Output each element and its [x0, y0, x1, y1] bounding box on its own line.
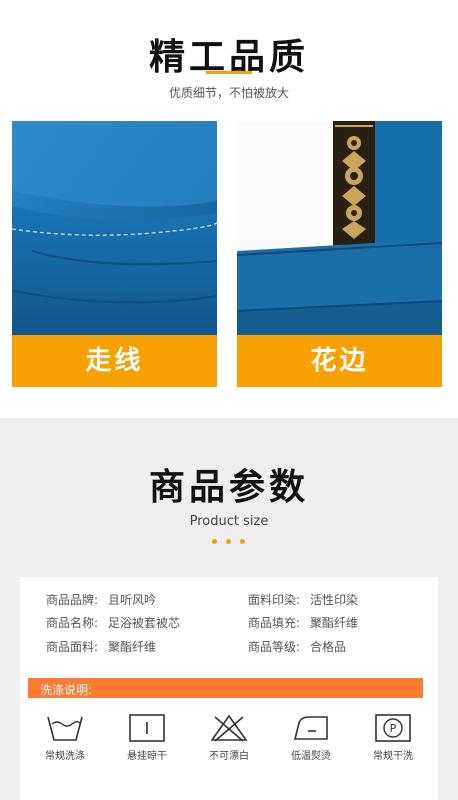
no-bleach-icon — [210, 714, 248, 742]
lace-photo: 花边 — [237, 121, 442, 387]
wash-instructions-bar: 洗涤说明: — [28, 678, 423, 698]
param-value: 且听风吟 — [108, 593, 157, 607]
param-value: 活性印染 — [310, 593, 359, 607]
wash-label: 常规干洗 — [373, 751, 413, 762]
lace-label: 花边 — [237, 335, 442, 387]
param-value: 合格品 — [310, 640, 347, 654]
param-label: 商品填充: — [248, 616, 301, 630]
title-underline — [206, 71, 252, 74]
no-bleach-item: 不可漂白 — [194, 713, 264, 783]
decorative-dots — [212, 539, 246, 545]
param-label: 商品等级: — [248, 640, 301, 654]
params-subtitle: Product size — [189, 514, 269, 529]
quality-section: 精工品质 优质细节，不怕被放大 走线 花边 — [0, 0, 458, 418]
dry-clean-icon: P — [375, 714, 411, 742]
hang-dry-icon — [129, 714, 165, 742]
param-label: 商品品牌: — [46, 593, 99, 607]
params-section: 商品参数 Product size 商品品牌: 且听风吟 面料印染: 活性印染 商品… — [0, 418, 458, 800]
dry-clean-symbol: P — [390, 722, 397, 735]
low-iron-icon — [293, 716, 328, 740]
param-dyeing: 面料印染: 活性印染 — [248, 591, 358, 608]
wash-label: 低温熨烫 — [291, 751, 331, 762]
wash-tub-icon — [47, 716, 83, 741]
wash-title: 洗涤说明: — [40, 683, 93, 697]
hang-dry-item: 悬挂晾干 — [112, 713, 182, 783]
wash-label: 悬挂晾干 — [127, 751, 167, 762]
param-label: 商品面料: — [46, 640, 99, 654]
param-fabric: 商品面料: 聚酯纤维 — [46, 638, 156, 655]
quality-subtitle: 优质细节，不怕被放大 — [168, 86, 289, 100]
wash-label: 不可漂白 — [209, 751, 249, 762]
param-brand: 商品品牌: 且听风吟 — [46, 591, 156, 608]
wash-label: 常规洗涤 — [45, 751, 85, 762]
params-title: 商品参数 — [148, 467, 309, 508]
dry-clean-item: P 常规干洗 — [358, 713, 428, 783]
stitching-label: 走线 — [12, 335, 217, 387]
param-label: 商品名称: — [46, 616, 99, 630]
param-value: 足浴被套被芯 — [108, 616, 181, 630]
param-name: 商品名称: 足浴被套被芯 — [46, 614, 180, 631]
param-value: 聚酯纤维 — [310, 616, 359, 630]
param-filling: 商品填充: 聚酯纤维 — [248, 614, 358, 631]
param-label: 面料印染: — [248, 593, 301, 607]
stitching-photo: 走线 — [12, 121, 217, 387]
low-iron-item: 低温熨烫 — [276, 713, 346, 783]
params-card: 商品品牌: 且听风吟 面料印染: 活性印染 商品名称: 足浴被套被芯 商品填充: 聚酯纤… — [20, 577, 438, 800]
param-value: 聚酯纤维 — [108, 640, 157, 654]
wash-tub-item: 常规洗涤 — [30, 713, 100, 783]
param-grade: 商品等级: 合格品 — [248, 638, 346, 655]
